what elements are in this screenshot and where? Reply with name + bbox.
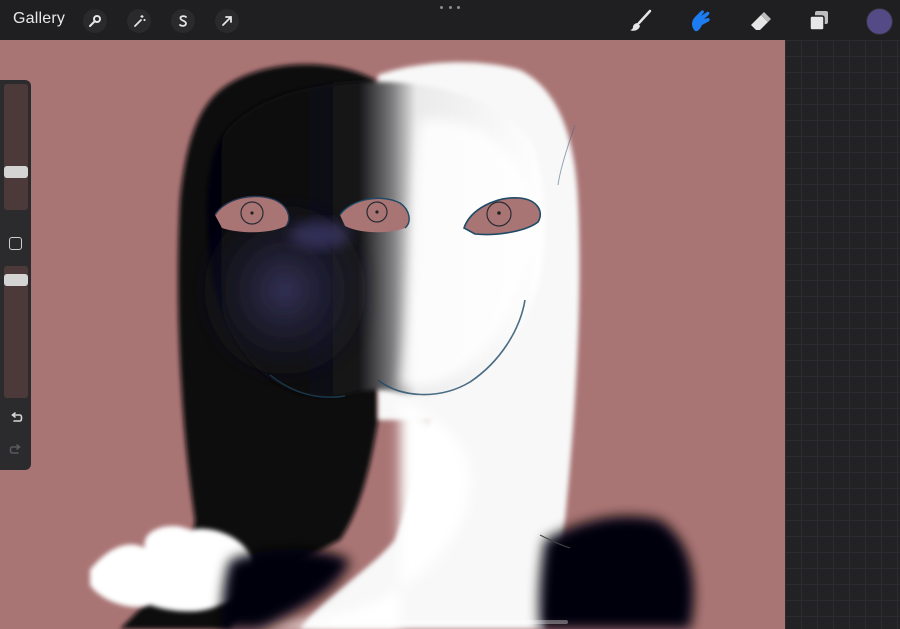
eraser-tool-button[interactable] xyxy=(745,6,775,36)
brush-icon xyxy=(630,9,652,31)
ellipsis-icon xyxy=(440,5,443,9)
actions-button[interactable] xyxy=(83,9,107,33)
undo-icon xyxy=(11,412,23,422)
square-modify-icon[interactable] xyxy=(9,237,22,250)
gallery-button[interactable]: Gallery xyxy=(13,10,65,28)
home-indicator xyxy=(332,620,568,624)
smudge-finger-icon xyxy=(692,10,710,32)
canvas-grid-area xyxy=(785,40,900,629)
smudge-tool-button[interactable] xyxy=(685,6,715,36)
left-sidebar xyxy=(0,80,31,470)
dark-shoulder xyxy=(539,516,694,629)
adjustments-button[interactable] xyxy=(127,9,151,33)
selection-button[interactable] xyxy=(171,9,195,33)
eraser-icon xyxy=(751,12,771,30)
selection-s-icon xyxy=(179,15,187,27)
redo-icon xyxy=(9,444,21,454)
drawing-canvas[interactable] xyxy=(0,40,785,629)
layers-icon xyxy=(809,11,828,31)
transform-button[interactable] xyxy=(215,9,239,33)
procreate-app: Gallery xyxy=(0,0,900,629)
magic-wand-icon xyxy=(134,15,146,27)
color-picker-button[interactable] xyxy=(866,8,893,35)
artwork xyxy=(0,40,785,629)
redo-button[interactable] xyxy=(8,442,24,458)
top-toolbar: Gallery xyxy=(0,0,900,40)
arrow-cursor-icon xyxy=(222,16,232,26)
brush-size-slider[interactable] xyxy=(4,84,28,210)
opacity-slider[interactable] xyxy=(4,266,28,398)
opacity-thumb[interactable] xyxy=(4,274,28,286)
more-options-button[interactable] xyxy=(440,2,460,12)
brush-tool-button[interactable] xyxy=(626,6,656,36)
brush-size-thumb[interactable] xyxy=(4,166,28,178)
layers-button[interactable] xyxy=(804,6,834,36)
wrench-icon xyxy=(89,15,101,27)
undo-button[interactable] xyxy=(8,410,24,426)
